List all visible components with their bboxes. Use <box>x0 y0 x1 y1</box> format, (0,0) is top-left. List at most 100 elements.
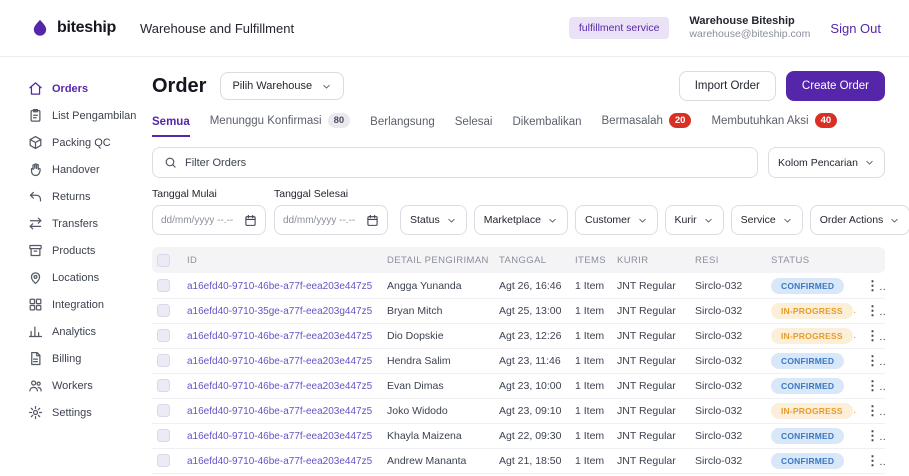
row-checkbox[interactable] <box>157 404 170 418</box>
sidebar-item-billing[interactable]: Billing <box>28 345 138 372</box>
search-row: Kolom Pencarian <box>152 147 885 179</box>
import-order-button[interactable]: Import Order <box>678 71 776 101</box>
search-column-select[interactable]: Kolom Pencarian <box>768 147 885 179</box>
filter-select-status[interactable]: Status <box>400 205 467 236</box>
order-items: 1 Item <box>570 323 612 349</box>
sidebar-item-label: Orders <box>52 82 89 95</box>
kebab-menu-icon[interactable]: ⋮ <box>862 378 883 393</box>
column-header: STATUS <box>766 247 857 274</box>
row-checkbox[interactable] <box>157 454 170 468</box>
status-badge: IN-PROGRESS <box>771 327 853 344</box>
tab-selesai[interactable]: Selesai <box>455 116 493 137</box>
order-id-link[interactable]: a16efd40-9710-46be-a77f-eea203e447z5 <box>187 431 372 442</box>
filter-select-customer[interactable]: Customer <box>574 205 658 236</box>
sign-out-link[interactable]: Sign Out <box>830 21 881 36</box>
table-row: a16efd40-9710-46be-a77f-eea203e447z5 Joko… <box>152 398 885 424</box>
date-end-label: Tanggal Selesai <box>274 188 349 201</box>
customer-name: Angga Yunanda <box>382 273 494 299</box>
order-id-link[interactable]: a16efd40-9710-46be-a77f-eea203e447z5 <box>187 456 372 467</box>
account-name: Warehouse Biteship <box>689 15 795 28</box>
tab-berlangsung[interactable]: Berlangsung <box>370 116 435 137</box>
order-id-link[interactable]: a16efd40-9710-46be-a77f-eea203e447z5 <box>187 331 372 342</box>
grid-icon <box>28 297 43 312</box>
filter-select-kurir[interactable]: Kurir <box>664 205 724 236</box>
sidebar-item-transfers[interactable]: Transfers <box>28 210 138 237</box>
filter-select-marketplace[interactable]: Marketplace <box>473 205 568 236</box>
sidebar-item-packing-qc[interactable]: Packing QC <box>28 129 138 156</box>
select-all-checkbox[interactable] <box>157 253 170 267</box>
sidebar-item-analytics[interactable]: Analytics <box>28 318 138 345</box>
tab-bermasalah[interactable]: Bermasalah 20 <box>602 113 692 137</box>
clipboard-icon <box>28 108 43 123</box>
orders-table: ID DETAIL PENGIRIMAN TANGGAL ITEMS KURIR RESI… <box>152 247 885 474</box>
date-end-input[interactable]: dd/mm/yyyy --.-- <box>274 205 388 236</box>
order-courier: JNT Regular <box>612 373 690 399</box>
tab-menunggu-konfirmasi[interactable]: Menunggu Konfirmasi 80 <box>210 113 351 137</box>
chevron-down-icon <box>782 215 793 226</box>
sidebar-item-returns[interactable]: Returns <box>28 183 138 210</box>
filter-select-label: Service <box>740 214 776 227</box>
sidebar-item-locations[interactable]: Locations <box>28 264 138 291</box>
order-id-link[interactable]: a16efd40-9710-46be-a77f-eea203e447z5 <box>187 381 372 392</box>
order-date: Agt 23, 11:46 <box>494 348 570 374</box>
sidebar-item-workers[interactable]: Workers <box>28 372 138 399</box>
order-courier: JNT Regular <box>612 298 690 324</box>
kebab-menu-icon[interactable]: ⋮ <box>862 328 883 343</box>
order-id-link[interactable]: a16efd40-9710-46be-a77f-eea203e447z5 <box>187 356 372 367</box>
order-courier: JNT Regular <box>612 423 690 449</box>
date-start-input[interactable]: dd/mm/yyyy --.-- <box>152 205 266 236</box>
sidebar-item-integration[interactable]: Integration <box>28 291 138 318</box>
kebab-menu-icon[interactable]: ⋮ <box>862 303 883 318</box>
search-input[interactable] <box>185 156 747 169</box>
column-header: KURIR <box>612 247 690 274</box>
sidebar-item-label: Analytics <box>52 325 97 338</box>
row-checkbox[interactable] <box>157 354 170 368</box>
actions-column-header <box>857 247 885 274</box>
filter-select-order-actions[interactable]: Order Actions <box>809 205 909 236</box>
filter-select-service[interactable]: Service <box>730 205 803 236</box>
kebab-menu-icon[interactable]: ⋮ <box>862 278 883 293</box>
order-items: 1 Item <box>570 398 612 424</box>
order-items: 1 Item <box>570 448 612 474</box>
kebab-menu-icon[interactable]: ⋮ <box>862 353 883 368</box>
sidebar-item-label: List Pengambilan <box>52 109 137 122</box>
order-id-link[interactable]: a16efd40-9710-46be-a77f-eea203e447z5 <box>187 406 372 417</box>
table-row: a16efd40-9710-46be-a77f-eea203e447z5 Angg… <box>152 273 885 299</box>
order-courier: JNT Regular <box>612 448 690 474</box>
order-id-link[interactable]: a16efd40-9710-35ge-a77f-eea203g447z5 <box>187 306 372 317</box>
sidebar-item-list-pengambilan[interactable]: List Pengambilan <box>28 102 138 129</box>
filter-orders-searchbox[interactable] <box>152 147 759 179</box>
sidebar-item-handover[interactable]: Handover <box>28 156 138 183</box>
tab-dikembalikan[interactable]: Dikembalikan <box>512 116 581 137</box>
order-resi: Sirclo-032 <box>690 298 766 324</box>
customer-name: Dio Dopskie <box>382 323 494 349</box>
row-checkbox[interactable] <box>157 329 170 343</box>
order-resi: Sirclo-032 <box>690 323 766 349</box>
row-checkbox[interactable] <box>157 429 170 443</box>
kebab-menu-icon[interactable]: ⋮ <box>862 403 883 418</box>
row-checkbox[interactable] <box>157 379 170 393</box>
tab-label: Bermasalah <box>601 114 663 127</box>
create-order-button[interactable]: Create Order <box>785 71 885 101</box>
tab-semua[interactable]: Semua <box>152 116 190 138</box>
kebab-menu-icon[interactable]: ⋮ <box>862 453 883 468</box>
column-header: TANGGAL <box>494 247 570 274</box>
order-id-link[interactable]: a16efd40-9710-46be-a77f-eea203e447z5 <box>187 281 372 292</box>
kebab-menu-icon[interactable]: ⋮ <box>862 428 883 443</box>
tab-membutuhkan-aksi[interactable]: Membutuhkan Aksi 40 <box>711 113 838 137</box>
home-icon <box>28 81 43 96</box>
sidebar-item-orders[interactable]: Orders <box>28 75 138 102</box>
order-items: 1 Item <box>570 273 612 299</box>
order-date: Agt 22, 09:30 <box>494 423 570 449</box>
row-checkbox[interactable] <box>157 304 170 318</box>
column-header: RESI <box>690 247 766 274</box>
fulfillment-service-badge: fulfillment service <box>568 17 670 39</box>
sidebar-nav: Orders List Pengambilan Packing QC Handover… <box>0 57 142 474</box>
row-checkbox[interactable] <box>157 279 170 293</box>
warehouse-select[interactable]: Pilih Warehouse <box>220 72 345 100</box>
tab-label: Selesai <box>454 116 493 129</box>
sidebar-item-settings[interactable]: Settings <box>28 399 138 426</box>
return-icon <box>28 189 43 204</box>
sidebar-item-products[interactable]: Products <box>28 237 138 264</box>
customer-name: Andrew Mananta <box>382 448 494 474</box>
